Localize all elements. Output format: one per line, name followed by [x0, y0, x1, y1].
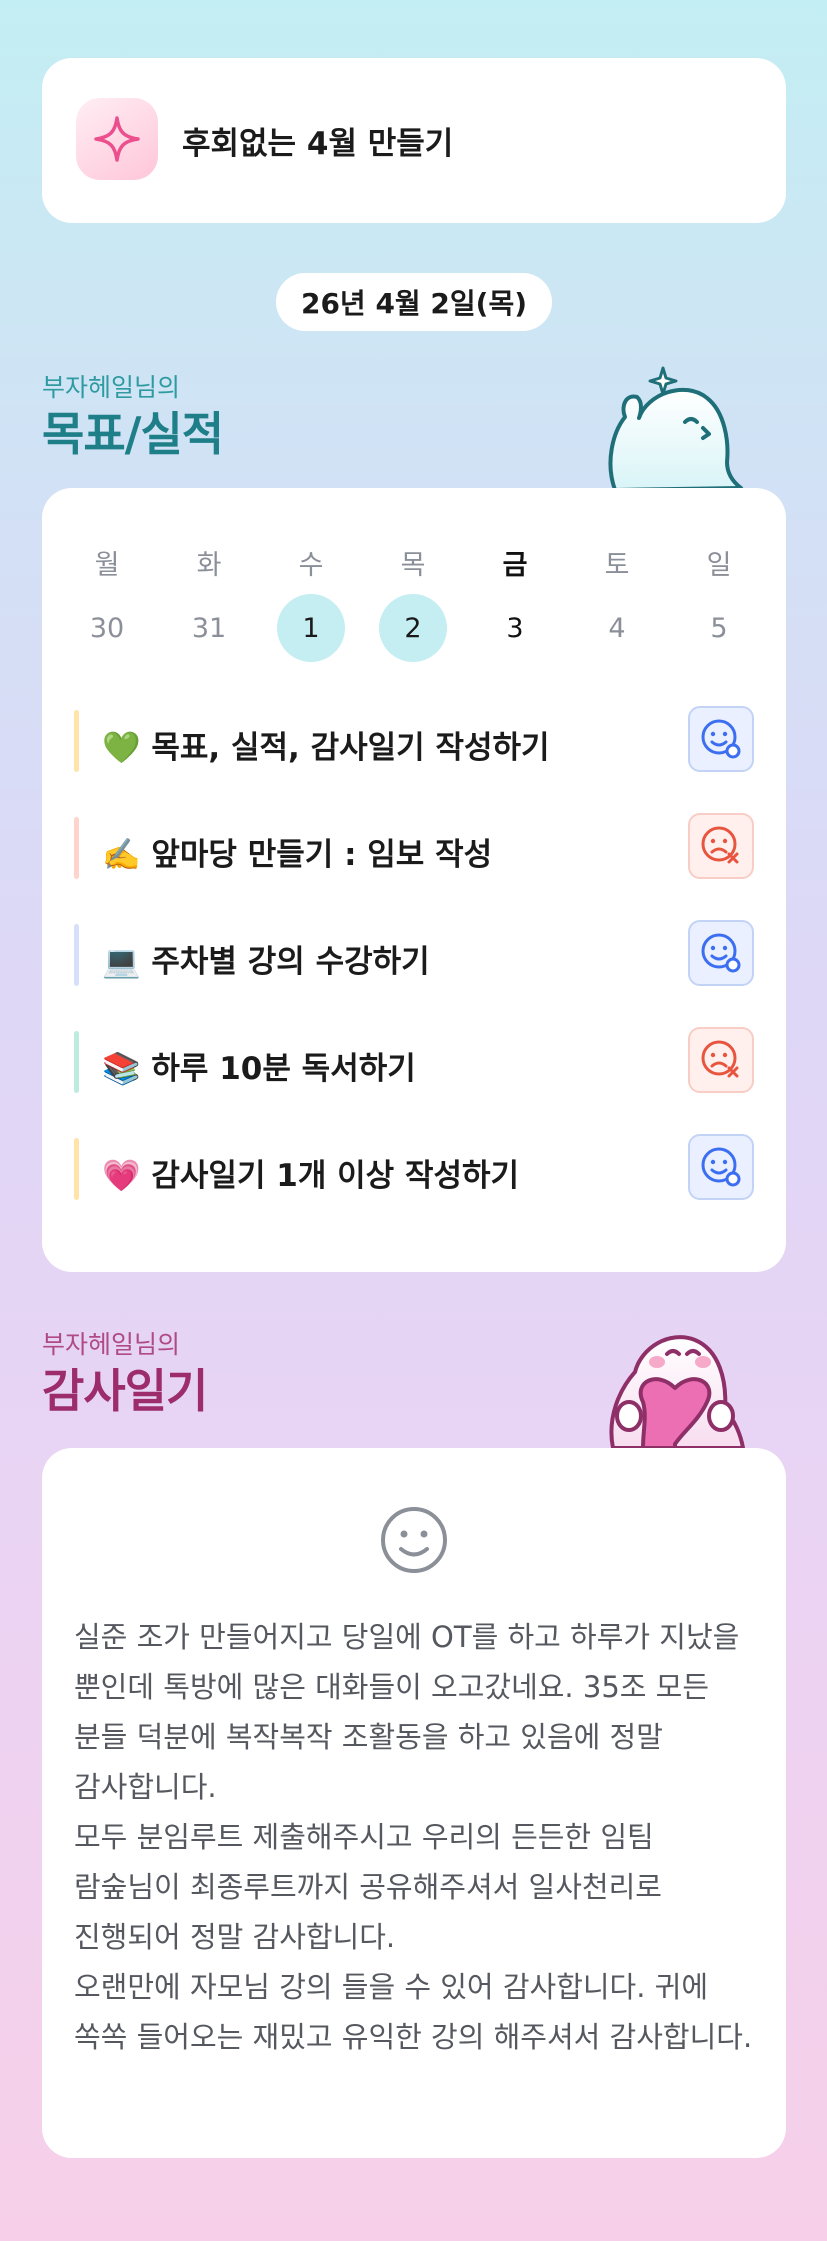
- calendar-weekday: 금: [502, 549, 528, 581]
- goal-item[interactable]: 📚 하루 10분 독서하기: [74, 1027, 754, 1097]
- calendar-date[interactable]: 3: [481, 594, 549, 662]
- goal-accent-bar: [74, 710, 79, 772]
- calendar-weekday: 토: [604, 549, 630, 581]
- goals-card: 월 화 수 목 금 토 일 30 31 1 2 3 4 5 💚 목표, 실적, 감사일기 작성하기 ✍️…: [42, 488, 786, 1272]
- goal-label: ✍️ 앞마당 만들기 : 임보 작성: [102, 837, 493, 873]
- calendar-weekday-row: 월화수목금토일: [42, 528, 786, 588]
- gratitude-section-title: 감사일기: [42, 1364, 208, 1418]
- goal-status-done-icon[interactable]: [688, 920, 754, 986]
- goal-status-failed-icon[interactable]: [688, 813, 754, 879]
- goal-status-done-icon[interactable]: [688, 1134, 754, 1200]
- calendar-weekday: 수: [298, 549, 324, 581]
- gratitude-text: 실준 조가 만들어지고 당일에 OT를 하고 하루가 지났을 뿐인데 톡방에 많…: [74, 1620, 753, 2054]
- calendar-weekday: 월: [94, 549, 120, 581]
- goal-item[interactable]: ✍️ 앞마당 만들기 : 임보 작성: [74, 813, 754, 883]
- date-label: 26년 4월 2일(목): [276, 273, 552, 331]
- goal-accent-bar: [74, 817, 79, 879]
- goals-section-title: 목표/실적: [42, 407, 224, 461]
- goal-accent-bar: [74, 1138, 79, 1200]
- title-card: 후회없는 4월 만들기: [42, 58, 786, 223]
- calendar-date-row: 30 31 1 2 3 4 5: [42, 594, 786, 662]
- calendar-weekday: 일: [706, 549, 732, 581]
- calendar-weekday: 화: [196, 549, 222, 581]
- goal-label: 💚 목표, 실적, 감사일기 작성하기: [102, 730, 550, 766]
- goal-item[interactable]: 💻 주차별 강의 수강하기: [74, 920, 754, 990]
- goal-status-done-icon[interactable]: [688, 706, 754, 772]
- goal-label: 💻 주차별 강의 수강하기: [102, 944, 430, 980]
- calendar-date[interactable]: 4: [583, 594, 651, 662]
- mascot-pointing-illustration: [608, 366, 743, 492]
- goal-status-failed-icon[interactable]: [688, 1027, 754, 1093]
- calendar-date[interactable]: 5: [685, 594, 753, 662]
- calendar-date[interactable]: 31: [175, 594, 243, 662]
- gratitude-card: 실준 조가 만들어지고 당일에 OT를 하고 하루가 지났을 뿐인데 톡방에 많…: [42, 1448, 786, 2158]
- goal-label: 📚 하루 10분 독서하기: [102, 1051, 416, 1087]
- goal-item[interactable]: 💚 목표, 실적, 감사일기 작성하기: [74, 706, 754, 776]
- calendar-weekday: 목: [400, 549, 426, 581]
- calendar-date[interactable]: 2: [379, 594, 447, 662]
- page-title: 후회없는 4월 만들기: [182, 126, 454, 162]
- goal-accent-bar: [74, 1031, 79, 1093]
- goal-item[interactable]: 💗 감사일기 1개 이상 작성하기: [74, 1134, 754, 1204]
- goal-accent-bar: [74, 924, 79, 986]
- calendar-date[interactable]: 1: [277, 594, 345, 662]
- goal-label: 💗 감사일기 1개 이상 작성하기: [102, 1158, 520, 1194]
- smile-icon: [381, 1507, 447, 1573]
- sparkle-icon: [76, 98, 158, 180]
- calendar-date[interactable]: 30: [73, 594, 141, 662]
- mascot-heart-illustration: [609, 1335, 745, 1450]
